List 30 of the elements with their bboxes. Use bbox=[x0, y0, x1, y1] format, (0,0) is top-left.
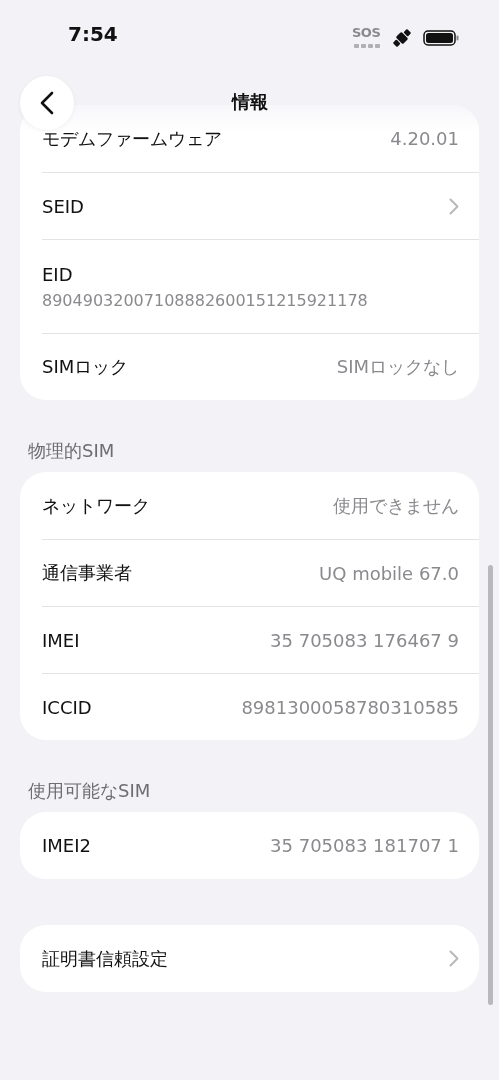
satellite-icon bbox=[391, 27, 413, 49]
row-label: EID bbox=[42, 263, 73, 285]
row-value: 8981300058780310585 bbox=[241, 696, 459, 718]
row-value: 4.20.01 bbox=[390, 128, 459, 149]
row-value: 使用できません bbox=[333, 493, 459, 518]
row-value: UQ mobile 67.0 bbox=[319, 562, 459, 584]
row-label: IMEI2 bbox=[42, 835, 91, 856]
section-header: 使用可能なSIM bbox=[28, 779, 151, 803]
row-label: SIMロック bbox=[42, 355, 129, 379]
back-button[interactable] bbox=[20, 76, 74, 130]
nav-title: 情報 bbox=[230, 90, 269, 114]
row-value: 35 705083 176467 9 bbox=[270, 629, 459, 651]
sos-label: SOS bbox=[352, 26, 381, 40]
row-value: SIMロックなし bbox=[336, 355, 459, 379]
signal-dots-icon bbox=[354, 44, 380, 48]
row-value: 89049032007108882600151215921178 bbox=[42, 290, 368, 310]
section-header: 物理的SIM bbox=[28, 439, 115, 463]
battery-icon bbox=[423, 30, 459, 46]
row-label: ネットワーク bbox=[42, 493, 150, 518]
row-label: IMEI bbox=[42, 629, 80, 651]
row-label: モデムファームウェア bbox=[42, 126, 222, 151]
back-icon bbox=[40, 91, 54, 115]
row-label: ICCID bbox=[42, 696, 92, 718]
chevron-icon bbox=[449, 950, 459, 967]
status-time: 7:54 bbox=[68, 22, 118, 46]
row-label: 通信事業者 bbox=[42, 561, 132, 585]
chevron-icon bbox=[449, 197, 459, 215]
row-value: 35 705083 181707 1 bbox=[270, 835, 459, 856]
list-row[interactable]: 証明書信頼設定 bbox=[42, 925, 479, 992]
list-row[interactable]: SEID bbox=[42, 172, 479, 239]
